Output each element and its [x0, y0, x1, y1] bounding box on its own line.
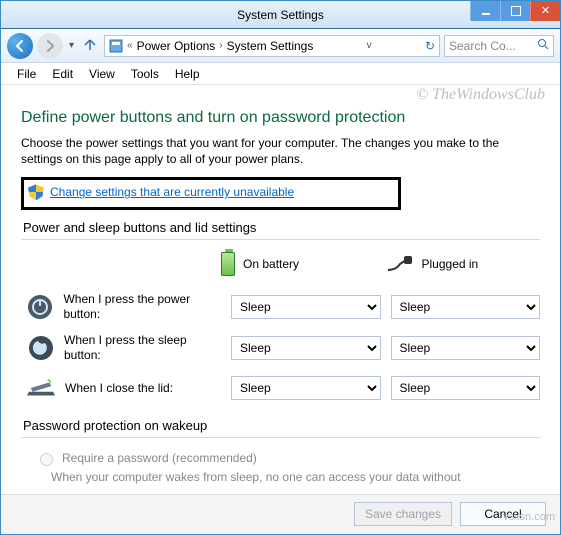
control-panel-icon [109, 39, 123, 53]
arrow-left-icon [13, 39, 27, 53]
sleep-button-plugged-select[interactable]: Sleep [391, 336, 541, 360]
save-changes-button: Save changes [354, 502, 452, 526]
change-settings-link[interactable]: Change settings that are currently unava… [28, 184, 294, 200]
col-plugged-in: Plugged in [386, 256, 541, 272]
address-bar[interactable]: « Power Options › System Settings v ↻ [104, 35, 440, 57]
menubar: File Edit View Tools Help [1, 63, 560, 85]
menu-view[interactable]: View [83, 65, 121, 83]
search-icon [537, 38, 549, 53]
password-section-title: Password protection on wakeup [23, 418, 540, 433]
power-buttons-section-title: Power and sleep buttons and lid settings [23, 220, 540, 235]
row-power-button: When I press the power button: Sleep Sle… [21, 286, 540, 327]
col-on-battery: On battery [221, 252, 376, 276]
power-button-icon [27, 293, 53, 321]
close-lid-plugged-select[interactable]: Sleep [391, 376, 541, 400]
window-title: System Settings [237, 8, 324, 22]
plug-icon [386, 256, 414, 272]
plugged-in-label: Plugged in [422, 257, 479, 271]
battery-icon [221, 252, 235, 276]
sleep-button-battery-select[interactable]: Sleep [231, 336, 381, 360]
address-dropdown[interactable]: v [367, 40, 372, 51]
change-settings-highlight: Change settings that are currently unava… [21, 177, 401, 210]
nav-toolbar: ▾ « Power Options › System Settings v ↻ … [1, 29, 560, 63]
search-box[interactable]: Search Co... [444, 35, 554, 57]
menu-tools[interactable]: Tools [125, 65, 165, 83]
require-password-description: When your computer wakes from sleep, no … [21, 470, 540, 486]
window-frame: System Settings ▾ « Power Options › Syst… [0, 0, 561, 535]
arrow-right-icon [43, 39, 57, 53]
on-battery-label: On battery [243, 257, 299, 271]
menu-file[interactable]: File [11, 65, 42, 83]
nav-history-dropdown[interactable]: ▾ [67, 40, 76, 51]
window-controls [470, 1, 560, 21]
page-description: Choose the power settings that you want … [21, 135, 540, 167]
search-placeholder: Search Co... [449, 39, 516, 53]
require-password-option: Require a password (recommended) [21, 446, 540, 470]
breadcrumb-system-settings[interactable]: System Settings [227, 39, 314, 53]
laptop-lid-icon [27, 374, 55, 402]
menu-edit[interactable]: Edit [46, 65, 79, 83]
content-pane: Define power buttons and turn on passwor… [1, 85, 560, 494]
power-button-plugged-select[interactable]: Sleep [391, 295, 541, 319]
titlebar: System Settings [1, 1, 560, 29]
divider [21, 239, 540, 240]
maximize-button[interactable] [500, 1, 530, 21]
close-lid-battery-select[interactable]: Sleep [231, 376, 381, 400]
page-heading: Define power buttons and turn on passwor… [21, 109, 540, 127]
nav-up-button[interactable] [80, 37, 100, 54]
close-button[interactable] [530, 1, 560, 21]
row-close-lid: When I close the lid: Sleep Sleep [21, 368, 540, 408]
nav-forward-button [37, 33, 63, 59]
arrow-up-icon [83, 37, 97, 51]
nav-back-button[interactable] [7, 33, 33, 59]
close-lid-label: When I close the lid: [65, 381, 173, 395]
power-button-label: When I press the power button: [63, 292, 221, 321]
column-headers: On battery Plugged in [21, 248, 540, 286]
uac-shield-icon [28, 184, 44, 200]
breadcrumb-sep: › [219, 40, 222, 51]
sleep-button-icon [27, 334, 54, 362]
footer-buttons: Save changes Cancel [1, 494, 560, 534]
refresh-button[interactable]: ↻ [425, 39, 435, 53]
breadcrumb-power-options[interactable]: Power Options [137, 39, 216, 53]
require-password-radio [40, 453, 53, 466]
change-settings-link-text: Change settings that are currently unava… [50, 185, 294, 199]
minimize-button[interactable] [470, 1, 500, 21]
divider [21, 437, 540, 438]
breadcrumb-glyph: « [127, 40, 133, 51]
power-button-battery-select[interactable]: Sleep [231, 295, 381, 319]
require-password-label: Require a password (recommended) [62, 451, 257, 465]
row-sleep-button: When I press the sleep button: Sleep Sle… [21, 327, 540, 368]
sleep-button-label: When I press the sleep button: [64, 333, 221, 362]
source-note: vsxsn.com [503, 511, 555, 523]
menu-help[interactable]: Help [169, 65, 206, 83]
password-section: Password protection on wakeup Require a … [21, 418, 540, 486]
